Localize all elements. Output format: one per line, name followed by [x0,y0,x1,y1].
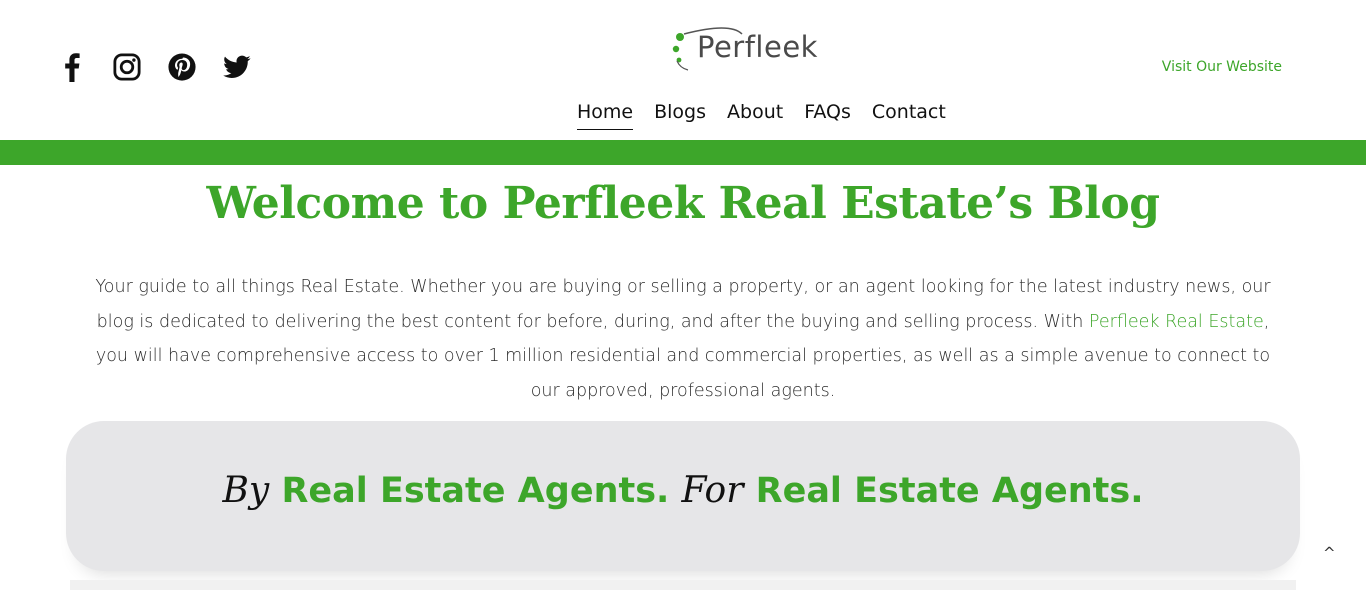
twitter-icon[interactable] [223,50,251,84]
green-divider-bar [0,140,1366,165]
page-title: Welcome to Perfleek Real Estate’s Blog [206,178,1160,229]
back-to-top-button[interactable]: ^ [1323,544,1336,562]
main-nav: Home Blogs About FAQs Contact [577,100,967,130]
facebook-icon[interactable] [58,50,86,84]
nav-home[interactable]: Home [577,100,634,130]
nav-contact[interactable]: Contact [872,100,946,129]
nav-about[interactable]: About [727,100,783,129]
tagline-by: By [222,470,270,511]
perfleek-logo[interactable]: Perfleek [670,26,840,72]
pinterest-icon[interactable] [168,50,196,84]
tagline: By Real Estate Agents. For Real Estate A… [0,470,1366,511]
nav-blogs[interactable]: Blogs [654,100,706,129]
tagline-part1: Real Estate Agents. [281,471,670,511]
instagram-icon[interactable] [113,50,141,84]
intro-paragraph: Your guide to all things Real Estate. Wh… [80,270,1286,408]
nav-faqs[interactable]: FAQs [804,100,851,129]
social-links [58,50,278,84]
site-header: Perfleek Visit Our Website Home Blogs Ab… [0,0,1366,140]
logo-text: Perfleek [697,30,818,64]
tagline-for: For [681,470,744,511]
tagline-part2: Real Estate Agents. [755,471,1144,511]
next-section-edge [70,580,1296,590]
visit-website-link[interactable]: Visit Our Website [1162,59,1282,75]
perfleek-real-estate-link[interactable]: Perfleek Real Estate [1089,312,1264,332]
